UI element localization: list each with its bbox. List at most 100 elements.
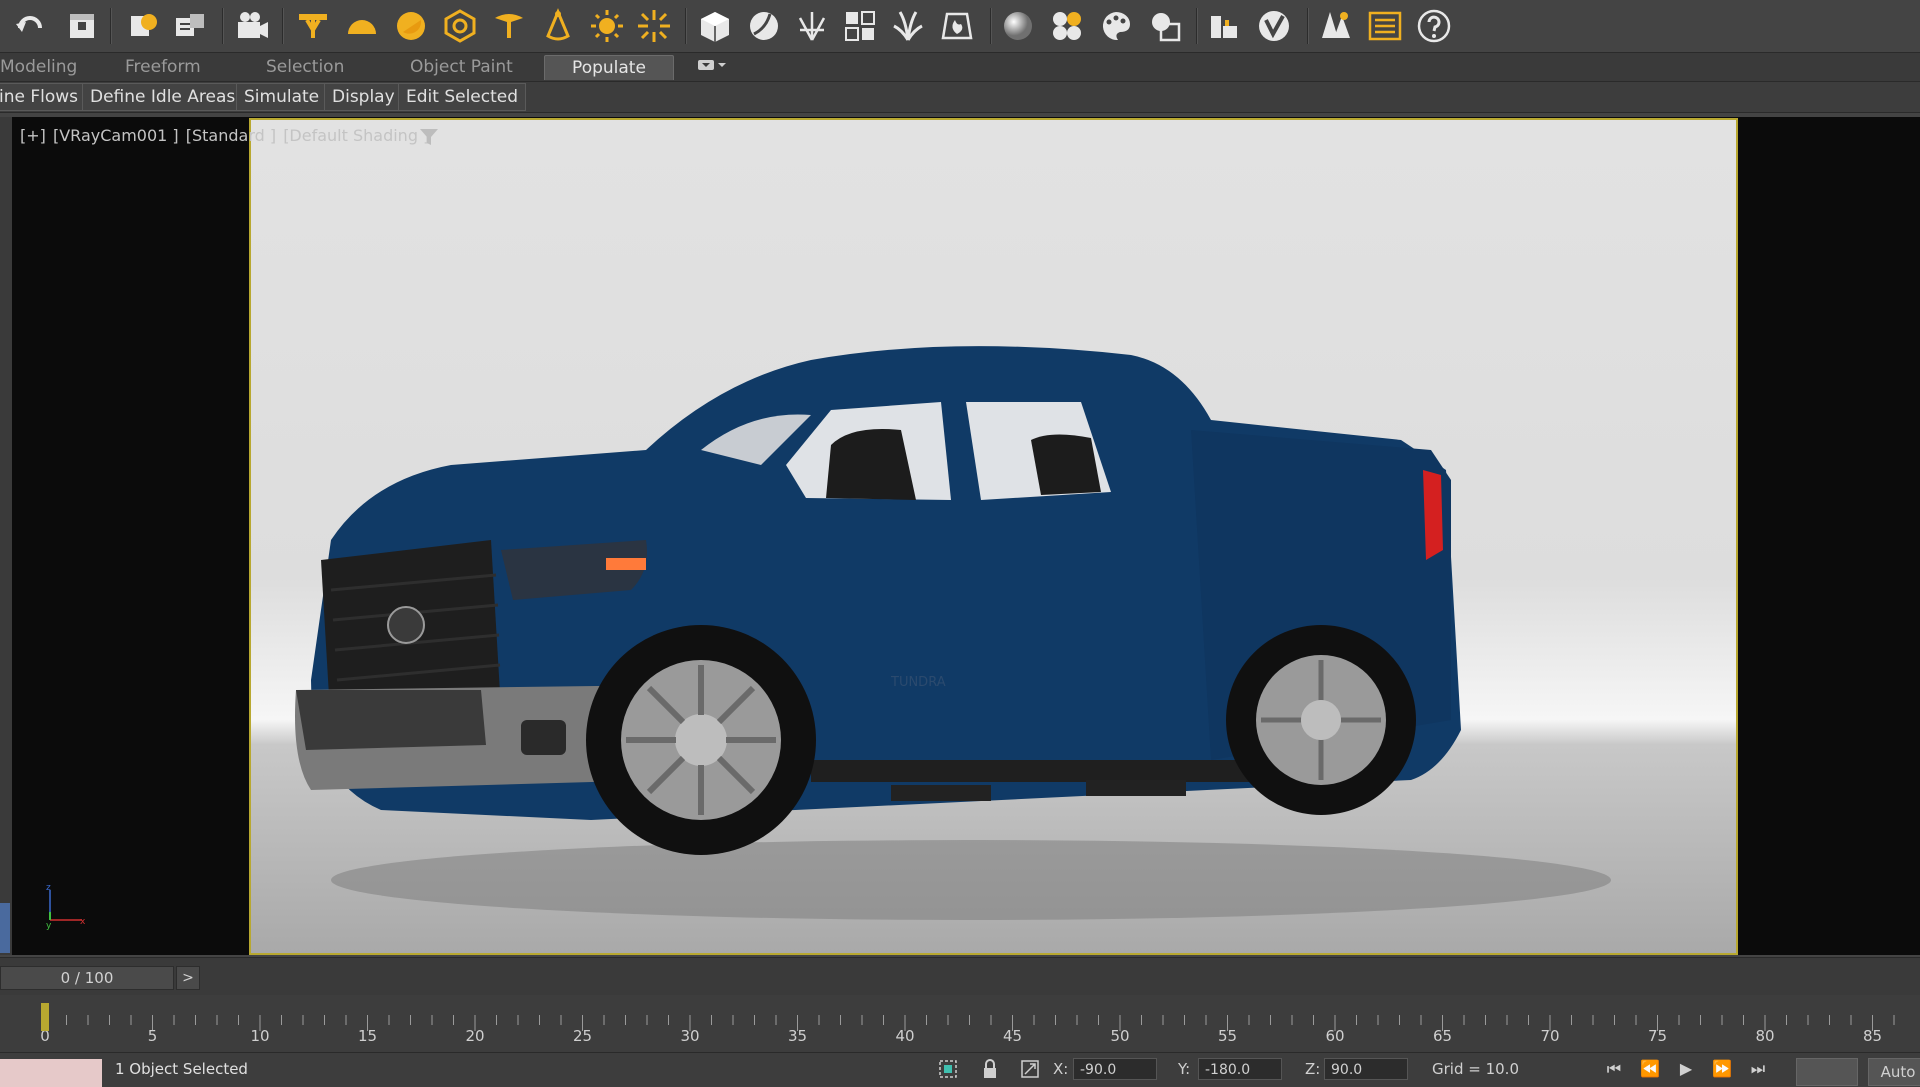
safe-frame-render-region: TUNDRA <box>249 118 1738 955</box>
auto-key-button[interactable]: Auto <box>1868 1058 1920 1086</box>
time-cursor[interactable] <box>41 1003 49 1031</box>
tab-object-paint[interactable]: Object Paint <box>402 55 521 79</box>
fire-icon[interactable] <box>937 6 977 46</box>
y-coordinate-field[interactable]: -180.0 <box>1198 1058 1282 1080</box>
play-icon[interactable]: ▶ <box>1674 1058 1698 1080</box>
camera-icon[interactable] <box>232 6 272 46</box>
track-tick-label: 50 <box>1110 1027 1129 1045</box>
sky-light-icon[interactable] <box>342 6 382 46</box>
proxy-icon[interactable] <box>840 6 880 46</box>
material-sphere-icon[interactable] <box>998 6 1038 46</box>
viewport-label-menu[interactable]: [+] [VRayCam001 ] [Standard ] [Default S… <box>20 126 431 145</box>
time-slider-row: 0 / 100 > <box>0 957 1920 996</box>
ribbon-tab-bar: Modeling Freeform Selection Object Paint… <box>0 53 1920 82</box>
y-label: Y: <box>1178 1060 1191 1078</box>
filter-icon[interactable] <box>418 126 440 148</box>
define-idle-areas-button[interactable]: Define Idle Areas <box>82 83 244 111</box>
next-frame-button[interactable]: > <box>176 966 200 990</box>
ies-light-icon[interactable] <box>538 6 578 46</box>
sparkle-light-icon[interactable] <box>634 6 674 46</box>
track-tick-label: 5 <box>148 1027 158 1045</box>
track-tick-label: 80 <box>1755 1027 1774 1045</box>
axis-tripod-icon: z x y <box>46 883 86 930</box>
vray-logo-icon[interactable] <box>1254 6 1294 46</box>
track-tick-label: 15 <box>358 1027 377 1045</box>
sun-icon[interactable] <box>587 6 627 46</box>
forest-icon[interactable] <box>1316 6 1356 46</box>
x-label: X: <box>1053 1060 1069 1078</box>
ribbon-options-dropdown[interactable] <box>688 55 736 79</box>
svg-text:y: y <box>46 921 52 930</box>
vehicle-badge: TUNDRA <box>890 675 946 690</box>
track-tick-label: 75 <box>1648 1027 1667 1045</box>
sun-light-icon[interactable] <box>391 6 431 46</box>
z-label: Z: <box>1305 1060 1321 1078</box>
time-slider[interactable]: 0 / 100 <box>0 966 174 990</box>
spot-light-icon[interactable] <box>489 6 529 46</box>
tab-populate[interactable]: Populate <box>544 55 674 80</box>
previous-frame-icon[interactable]: ⏪ <box>1638 1058 1662 1080</box>
scene-converter-icon[interactable] <box>1145 6 1185 46</box>
next-key-icon[interactable]: ⏩ <box>1710 1058 1734 1080</box>
track-tick-label: 40 <box>895 1027 914 1045</box>
z-coordinate-field[interactable]: 90.0 <box>1324 1058 1408 1080</box>
svg-text:x: x <box>80 917 86 927</box>
vray-sphere-icon[interactable] <box>744 6 784 46</box>
viewport-plus-menu[interactable]: [+] <box>20 126 46 145</box>
lock-icon[interactable] <box>979 1058 1001 1080</box>
grid-size: Grid = 10.0 <box>1432 1060 1519 1078</box>
track-tick-label: 30 <box>680 1027 699 1045</box>
tab-modeling[interactable]: Modeling <box>0 55 85 79</box>
palette-icon[interactable] <box>1096 6 1136 46</box>
edit-selected-button[interactable]: Edit Selected <box>398 83 527 111</box>
selection-status: 1 Object Selected <box>115 1060 248 1078</box>
frame-buffer-icon[interactable] <box>1205 6 1245 46</box>
absolute-mode-icon[interactable] <box>1019 1058 1041 1080</box>
dome-light-icon[interactable] <box>440 6 480 46</box>
main-toolbar <box>0 0 1920 53</box>
menu-icon[interactable] <box>1365 6 1405 46</box>
track-tick-label: 70 <box>1540 1027 1559 1045</box>
track-tick-label: 55 <box>1218 1027 1237 1045</box>
front-wheel <box>586 625 816 855</box>
track-tick-label: 25 <box>573 1027 592 1045</box>
track-tick-label: 20 <box>465 1027 484 1045</box>
viewport-standard-menu[interactable]: [Standard ] <box>186 126 276 145</box>
track-tick-label: 65 <box>1433 1027 1452 1045</box>
omni-light-icon[interactable] <box>293 6 333 46</box>
viewport-camera-menu[interactable]: [VRayCam001 ] <box>53 126 179 145</box>
set-key-button[interactable] <box>1796 1058 1858 1086</box>
isolate-selection-icon[interactable] <box>937 1058 959 1080</box>
fur-icon[interactable] <box>792 6 832 46</box>
track-tick-label: 10 <box>250 1027 269 1045</box>
tab-freeform[interactable]: Freeform <box>117 55 209 79</box>
truck-render: TUNDRA <box>295 346 1611 920</box>
grass-icon[interactable] <box>888 6 928 46</box>
tab-selection[interactable]: Selection <box>258 55 352 79</box>
track-tick-label: 60 <box>1325 1027 1344 1045</box>
x-coordinate-field[interactable]: -90.0 <box>1073 1058 1157 1080</box>
define-flows-button[interactable]: ine Flows <box>0 83 87 111</box>
simulate-button[interactable]: Simulate <box>236 83 328 111</box>
maxscript-listener-swatch[interactable] <box>0 1059 102 1087</box>
display-button[interactable]: Display <box>324 83 403 111</box>
track-tick-label: 45 <box>1003 1027 1022 1045</box>
go-to-start-icon[interactable]: ⏮ <box>1602 1058 1626 1080</box>
ribbon-panel: ine Flows Define Idle Areas Simulate Dis… <box>0 82 1920 113</box>
status-bar: 1 Object Selected X: -90.0 Y: -180.0 Z: … <box>0 1052 1920 1087</box>
helper-icon[interactable] <box>123 6 163 46</box>
undo-icon[interactable] <box>10 6 50 46</box>
go-to-end-icon[interactable]: ⏭ <box>1746 1058 1770 1080</box>
dropdown-icon <box>698 60 726 70</box>
track-tick-label: 85 <box>1863 1027 1882 1045</box>
viewport-shading-menu[interactable]: [Default Shading ] <box>283 126 429 145</box>
track-bar[interactable]: 0 5 10 15 20 25 30 35 40 45 50 55 60 65 70 75 80 85 <box>0 995 1920 1049</box>
vray-cube-icon[interactable] <box>695 6 735 46</box>
light-lister-icon[interactable] <box>170 6 210 46</box>
rear-wheel <box>1226 625 1416 815</box>
svg-text:z: z <box>46 883 51 893</box>
material-browser-icon[interactable] <box>1047 6 1087 46</box>
help-icon[interactable] <box>1414 6 1454 46</box>
left-panel-strip <box>0 117 12 955</box>
open-scene-icon[interactable] <box>62 6 102 46</box>
